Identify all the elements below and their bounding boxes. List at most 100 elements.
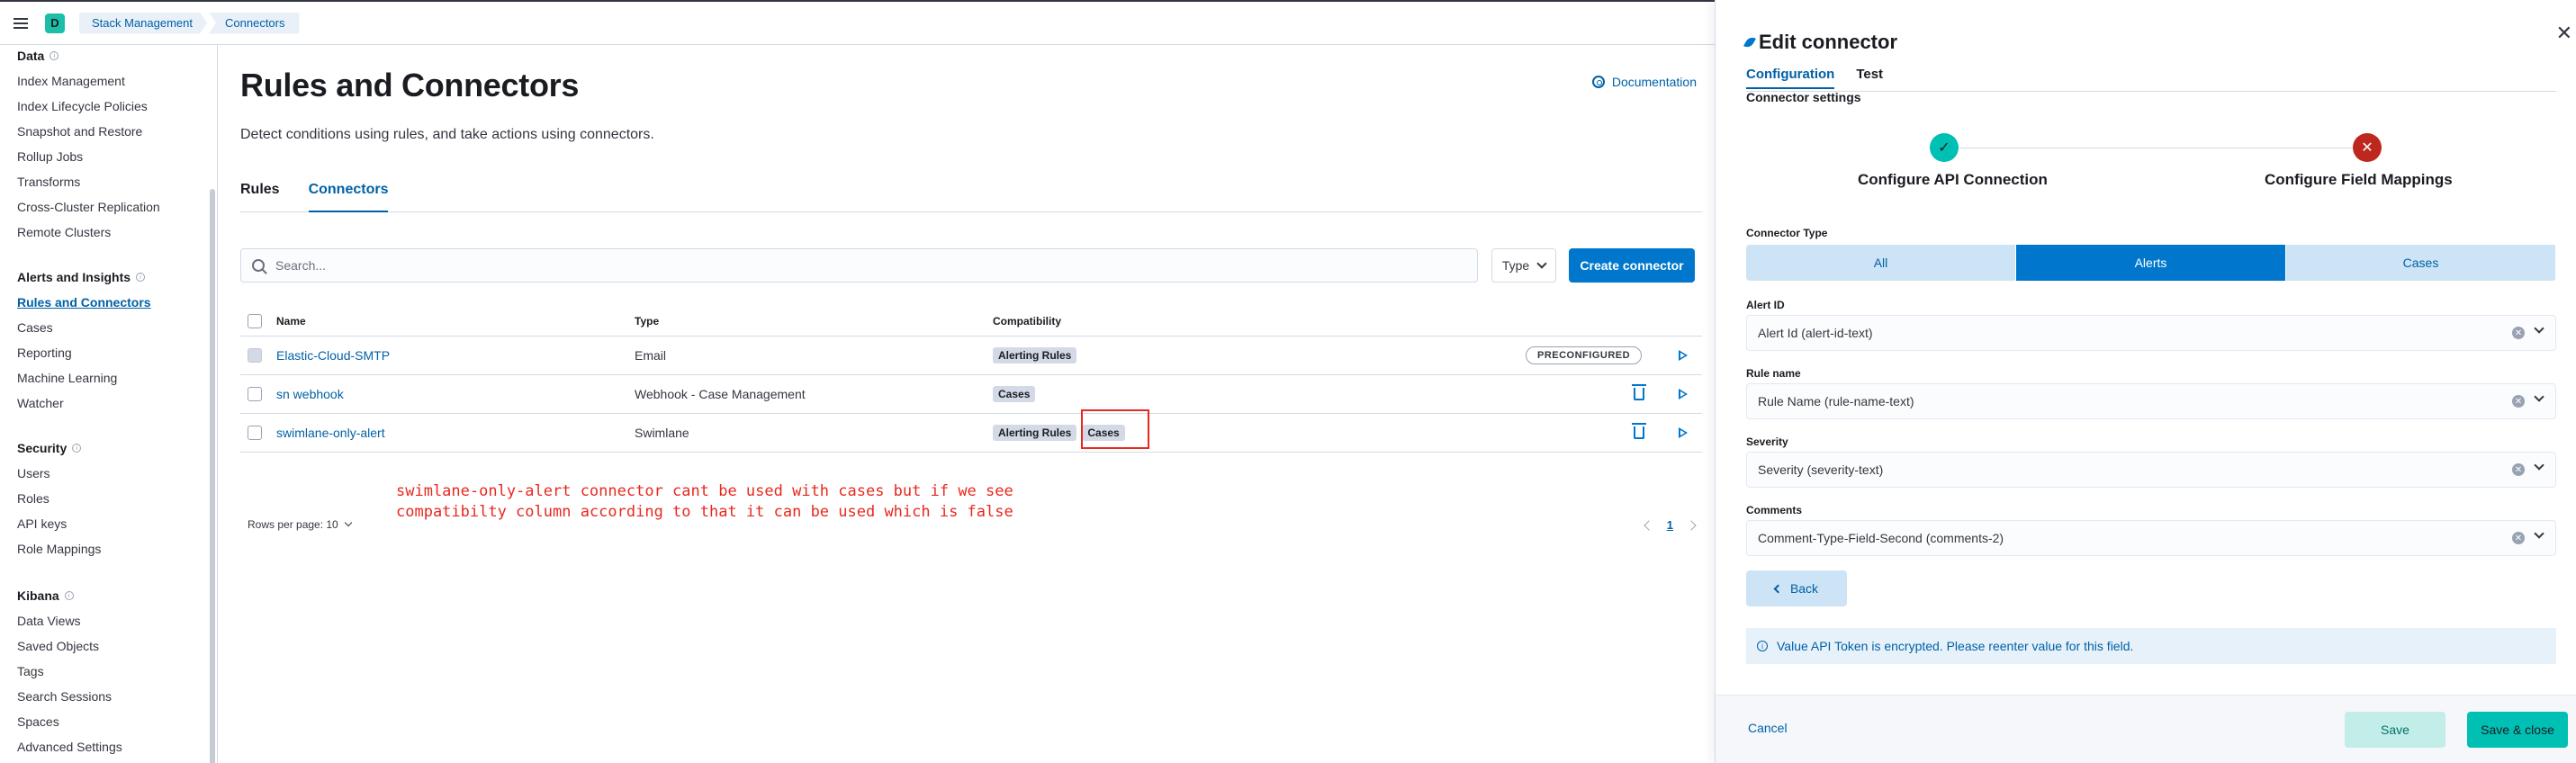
sidebar-item-users[interactable]: Users xyxy=(17,461,101,486)
sidebar-item-search-sessions[interactable]: Search Sessions xyxy=(17,684,122,709)
delete-icon[interactable] xyxy=(1632,423,1646,439)
sidebar-item-advanced-settings[interactable]: Advanced Settings xyxy=(17,734,122,759)
connector-type-all-button[interactable]: All xyxy=(1746,245,2016,281)
clear-icon[interactable]: ✕ xyxy=(2512,463,2525,476)
severity-label: Severity xyxy=(1746,435,1788,448)
chevron-down-icon[interactable] xyxy=(2534,460,2544,471)
sidebar-scrollbar[interactable] xyxy=(210,189,215,763)
rule-name-combobox[interactable]: Rule Name (rule-name-text) ✕ xyxy=(1746,383,2556,419)
error-icon[interactable]: ✕ xyxy=(2353,133,2382,162)
info-icon: i xyxy=(136,273,146,282)
connector-type-button-group: All Alerts Cases xyxy=(1746,245,2556,281)
annotation-highlight-box xyxy=(1081,409,1149,449)
type-filter-label: Type xyxy=(1501,258,1530,273)
save-and-close-button[interactable]: Save & close xyxy=(2467,712,2568,748)
chevron-left-icon xyxy=(1773,584,1783,593)
breadcrumb-stack-management[interactable]: Stack Management xyxy=(79,13,207,34)
sidebar-item-snapshot-and-restore[interactable]: Snapshot and Restore xyxy=(17,119,160,144)
tab-configuration[interactable]: Configuration xyxy=(1746,67,1835,89)
connector-type: Swimlane xyxy=(635,426,689,440)
chevron-down-icon[interactable] xyxy=(2534,391,2544,402)
search-input[interactable] xyxy=(275,258,1446,273)
sidebar-item-watcher[interactable]: Watcher xyxy=(17,390,151,416)
rule-name-value: Rule Name (rule-name-text) xyxy=(1758,394,1914,408)
severity-combobox[interactable]: Severity (severity-text) ✕ xyxy=(1746,452,2556,488)
sidebar-item-cases[interactable]: Cases xyxy=(17,315,151,340)
row-checkbox[interactable] xyxy=(248,387,262,401)
alert-id-label: Alert ID xyxy=(1746,299,1785,311)
search-icon xyxy=(252,259,265,272)
hamburger-menu-icon[interactable] xyxy=(7,10,34,37)
chevron-down-icon xyxy=(344,518,352,527)
sidebar-item-transforms[interactable]: Transforms xyxy=(17,169,160,194)
cancel-button[interactable]: Cancel xyxy=(1748,721,1788,735)
preconfigured-badge: PRECONFIGURED xyxy=(1526,346,1643,364)
sidebar-item-index-management[interactable]: Index Management xyxy=(17,68,160,94)
comments-combobox[interactable]: Comment-Type-Field-Second (comments-2) ✕ xyxy=(1746,520,2556,556)
connector-name-link[interactable]: swimlane-only-alert xyxy=(276,426,385,440)
sidebar-item-tags[interactable]: Tags xyxy=(17,659,122,684)
select-all-checkbox[interactable] xyxy=(248,313,262,328)
chevron-down-icon[interactable] xyxy=(2534,323,2544,334)
next-page-icon[interactable] xyxy=(1686,519,1697,531)
sidebar-item-rollup-jobs[interactable]: Rollup Jobs xyxy=(17,144,160,169)
sidebar-item-api-keys[interactable]: API keys xyxy=(17,511,101,536)
compatibility-badge: Cases xyxy=(993,386,1036,402)
check-icon[interactable]: ✓ xyxy=(1930,133,1959,162)
connector-type-cases-button[interactable]: Cases xyxy=(2286,245,2556,281)
sidebar-group-title-text: Data xyxy=(17,49,45,63)
save-button[interactable]: Save xyxy=(2345,712,2445,748)
connectors-table: Name Type Compatibility Elastic-Cloud-SM… xyxy=(240,306,1702,453)
sidebar-group-title-text: Kibana xyxy=(17,588,59,603)
column-header-name[interactable]: Name xyxy=(276,315,306,328)
column-header-type: Type xyxy=(635,314,660,328)
clear-icon[interactable]: ✕ xyxy=(2512,395,2525,408)
close-icon[interactable]: ✕ xyxy=(2556,22,2572,45)
sidebar-item-index-lifecycle-policies[interactable]: Index Lifecycle Policies xyxy=(17,94,160,119)
run-icon[interactable] xyxy=(1679,350,1688,361)
encrypted-token-callout: i Value API Token is encrypted. Please r… xyxy=(1746,628,2556,664)
alert-id-combobox[interactable]: Alert Id (alert-id-text) ✕ xyxy=(1746,315,2556,351)
callout-text: Value API Token is encrypted. Please ree… xyxy=(1777,639,2134,653)
clear-icon[interactable]: ✕ xyxy=(2512,532,2525,544)
sidebar-item-remote-clusters[interactable]: Remote Clusters xyxy=(17,220,160,245)
sidebar-item-reporting[interactable]: Reporting xyxy=(17,340,151,365)
sidebar-item-saved-objects[interactable]: Saved Objects xyxy=(17,633,122,659)
table-row: sn webhook Webhook - Case Management Cas… xyxy=(240,375,1702,414)
comments-value: Comment-Type-Field-Second (comments-2) xyxy=(1758,531,2004,545)
sidebar-item-spaces[interactable]: Spaces xyxy=(17,709,122,734)
run-icon[interactable] xyxy=(1679,389,1688,399)
type-filter-button[interactable]: Type xyxy=(1491,248,1556,283)
flyout-tabs: Configuration Test xyxy=(1746,67,1883,89)
space-avatar[interactable]: D xyxy=(45,13,65,33)
sidebar-item-role-mappings[interactable]: Role Mappings xyxy=(17,536,101,561)
chevron-down-icon[interactable] xyxy=(2534,528,2544,539)
sidebar-item-data-views[interactable]: Data Views xyxy=(17,608,122,633)
tab-rules[interactable]: Rules xyxy=(240,175,280,212)
connector-name-link[interactable]: sn webhook xyxy=(276,387,344,401)
table-row: Elastic-Cloud-SMTP Email Alerting Rules … xyxy=(240,337,1702,375)
run-icon[interactable] xyxy=(1679,427,1688,438)
tab-connectors[interactable]: Connectors xyxy=(308,175,389,212)
connector-type-alerts-button[interactable]: Alerts xyxy=(2016,245,2286,281)
clear-icon[interactable]: ✕ xyxy=(2512,327,2525,339)
rows-per-page-selector[interactable]: Rows per page: 10 xyxy=(248,518,352,531)
tab-test[interactable]: Test xyxy=(1856,67,1883,89)
info-icon: i xyxy=(64,591,74,600)
flyout-title: Edit connector xyxy=(1743,31,1897,54)
documentation-link[interactable]: Documentation xyxy=(1591,75,1697,89)
previous-page-icon[interactable] xyxy=(1644,519,1654,531)
sidebar-item-roles[interactable]: Roles xyxy=(17,486,101,511)
delete-icon[interactable] xyxy=(1632,384,1646,400)
sidebar-item-rules-and-connectors[interactable]: Rules and Connectors xyxy=(17,290,151,315)
sidebar-item-cross-cluster-replication[interactable]: Cross-Cluster Replication xyxy=(17,194,160,220)
page-number-button[interactable]: 1 xyxy=(1667,518,1673,532)
management-sidebar: Data i Index Management Index Lifecycle P… xyxy=(0,45,218,763)
row-checkbox[interactable] xyxy=(248,426,262,440)
table-row: swimlane-only-alert Swimlane Alerting Ru… xyxy=(240,414,1702,453)
back-button[interactable]: Back xyxy=(1746,570,1847,606)
sidebar-item-machine-learning[interactable]: Machine Learning xyxy=(17,365,151,390)
connector-name-link[interactable]: Elastic-Cloud-SMTP xyxy=(276,348,390,363)
create-connector-button[interactable]: Create connector xyxy=(1569,248,1695,283)
info-icon: i xyxy=(72,444,82,453)
